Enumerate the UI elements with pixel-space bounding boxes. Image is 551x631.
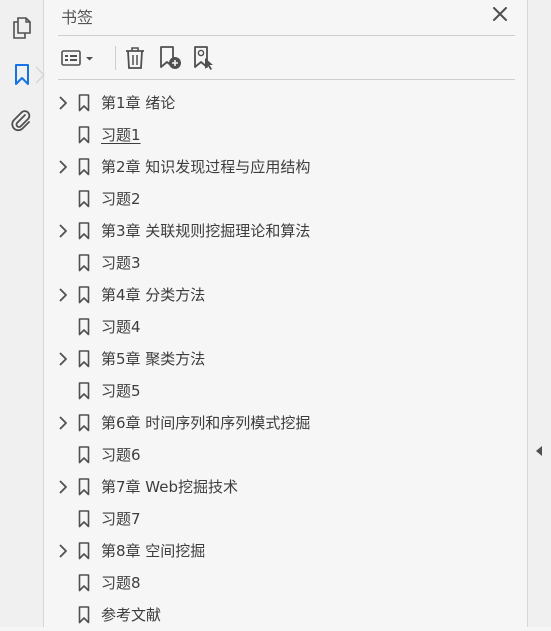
bookmark-item[interactable]: 习题7	[45, 503, 527, 535]
bookmark-item[interactable]: 第7章 Web挖掘技术	[45, 471, 527, 503]
bookmark-item[interactable]: 习题1	[45, 119, 527, 151]
bookmark-label[interactable]: 习题8	[101, 573, 141, 593]
collapse-panel-button[interactable]	[533, 444, 545, 458]
new-bookmark-button[interactable]	[156, 44, 184, 72]
attachment-icon[interactable]	[8, 107, 36, 135]
bookmark-item[interactable]: 习题2	[45, 183, 527, 215]
active-panel-pointer	[35, 66, 45, 84]
bookmark-icon	[78, 414, 90, 432]
bookmark-item[interactable]: 第3章 关联规则挖掘理论和算法	[45, 215, 527, 247]
bookmark-label[interactable]: 第1章 绪论	[101, 93, 175, 113]
bookmark-item[interactable]: 习题8	[45, 567, 527, 599]
bookmark-icon	[78, 222, 90, 240]
pages-icon[interactable]	[8, 14, 36, 42]
bookmark-label[interactable]: 习题2	[101, 189, 141, 209]
bookmark-label[interactable]: 习题6	[101, 445, 141, 465]
find-current-bookmark-icon	[194, 46, 213, 70]
triangle-left-icon	[536, 446, 542, 456]
bookmark-label[interactable]: 第7章 Web挖掘技术	[101, 477, 238, 497]
bookmark-label[interactable]: 第3章 关联规则挖掘理论和算法	[101, 221, 310, 241]
bookmark-item[interactable]: 第1章 绪论	[45, 87, 527, 119]
bookmark-label[interactable]: 习题1	[101, 125, 141, 145]
bookmark-icon	[78, 126, 90, 144]
bookmark-item[interactable]: 第5章 聚类方法	[45, 343, 527, 375]
chevron-right-icon[interactable]	[56, 286, 70, 304]
bookmark-label[interactable]: 习题4	[101, 317, 141, 337]
bookmark-item[interactable]: 第2章 知识发现过程与应用结构	[45, 151, 527, 183]
find-current-bookmark-button[interactable]	[190, 44, 218, 72]
bookmark-icon	[78, 606, 90, 624]
options-menu-button[interactable]	[60, 44, 98, 72]
delete-bookmark-button[interactable]	[122, 44, 148, 72]
bookmark-item[interactable]: 习题3	[45, 247, 527, 279]
bookmark-label[interactable]: 习题7	[101, 509, 141, 529]
bookmarks-panel: 书签 第1章 绪论 习题1 第2章 知识发现过程与应用结构 习题2 第3章 关联…	[45, 0, 527, 627]
bookmark-item[interactable]: 参考文献	[45, 599, 527, 631]
divider	[58, 35, 515, 36]
bookmark-label[interactable]: 习题3	[101, 253, 141, 273]
bookmark-icon	[78, 446, 90, 464]
chevron-right-icon[interactable]	[56, 222, 70, 240]
bookmark-label[interactable]: 第5章 聚类方法	[101, 349, 205, 369]
panel-title: 书签	[61, 8, 94, 27]
bookmark-icon	[78, 542, 90, 560]
bookmark-icon	[78, 254, 90, 272]
chevron-right-icon[interactable]	[56, 478, 70, 496]
bookmark-item[interactable]: 第8章 空间挖掘	[45, 535, 527, 567]
bookmark-icon	[78, 158, 90, 176]
right-rail	[527, 0, 551, 627]
bookmark-icon	[78, 318, 90, 336]
bookmark-item[interactable]: 第6章 时间序列和序列模式挖掘	[45, 407, 527, 439]
close-icon[interactable]	[490, 4, 510, 24]
bookmarks-toolbar	[58, 44, 515, 72]
bookmark-label[interactable]: 习题5	[101, 381, 141, 401]
divider	[58, 79, 515, 80]
bookmark-item[interactable]: 习题4	[45, 311, 527, 343]
bookmark-item[interactable]: 第4章 分类方法	[45, 279, 527, 311]
bookmark-icon[interactable]	[8, 61, 36, 89]
chevron-right-icon[interactable]	[56, 350, 70, 368]
toolbar-separator	[115, 46, 116, 70]
navigation-rail	[0, 0, 44, 627]
chevron-right-icon[interactable]	[56, 414, 70, 432]
bookmark-label[interactable]: 第4章 分类方法	[101, 285, 205, 305]
bookmark-icon	[78, 574, 90, 592]
chevron-right-icon[interactable]	[56, 94, 70, 112]
options-menu-icon	[61, 50, 93, 66]
bookmark-item[interactable]: 习题6	[45, 439, 527, 471]
chevron-right-icon[interactable]	[56, 158, 70, 176]
new-bookmark-icon	[160, 46, 181, 69]
bookmark-icon	[78, 94, 90, 112]
bookmark-label[interactable]: 参考文献	[101, 605, 161, 625]
bookmark-label[interactable]: 第2章 知识发现过程与应用结构	[101, 157, 310, 177]
bookmark-icon	[78, 478, 90, 496]
bookmark-label[interactable]: 第6章 时间序列和序列模式挖掘	[101, 413, 310, 433]
bookmark-icon	[78, 350, 90, 368]
bookmark-icon	[78, 510, 90, 528]
chevron-right-icon[interactable]	[56, 542, 70, 560]
delete-bookmark-icon	[126, 47, 144, 69]
bookmark-icon	[78, 286, 90, 304]
bookmark-icon	[78, 382, 90, 400]
bookmark-item[interactable]: 习题5	[45, 375, 527, 407]
bookmark-label[interactable]: 第8章 空间挖掘	[101, 541, 205, 561]
bookmark-icon	[78, 190, 90, 208]
